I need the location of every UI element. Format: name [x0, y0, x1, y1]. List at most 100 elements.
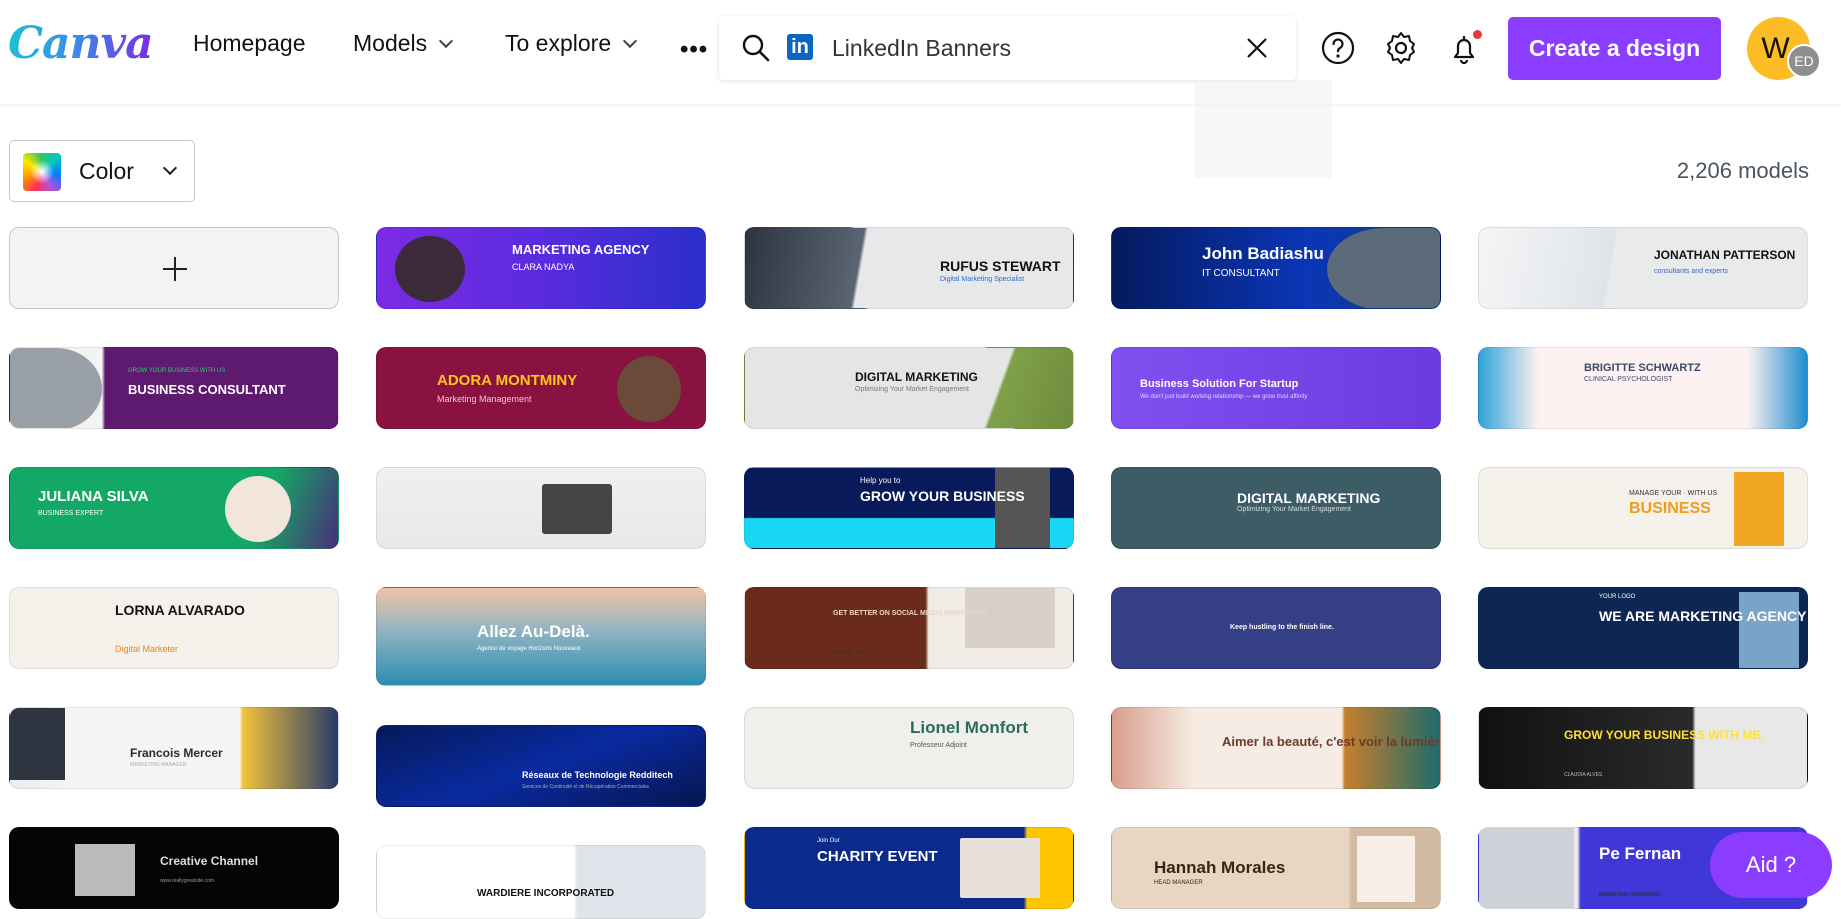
- template-card[interactable]: Aimer la beauté, c'est voir la lumière.: [1111, 707, 1441, 789]
- linkedin-icon: in: [787, 34, 813, 60]
- help-icon[interactable]: [1320, 30, 1356, 66]
- template-card[interactable]: WARDIERE INCORPORATEDMarketing Agency: [376, 845, 706, 919]
- template-subtitle: Optimizing Your Market Engagement: [1237, 506, 1352, 513]
- template-card[interactable]: JULIANA SILVA BUSINESS EXPERT: [9, 467, 339, 549]
- template-subtitle: YOUR LOGO: [1599, 594, 1636, 600]
- template-thumbnail-image: [395, 236, 465, 302]
- canva-logo[interactable]: Canva: [8, 18, 154, 69]
- template-card[interactable]: DIGITAL MARKETING Optimizing Your Market …: [1111, 467, 1441, 549]
- template-thumbnail-image: [225, 476, 291, 542]
- template-subtitle: Services de Continuité et de Récupératio…: [522, 784, 650, 790]
- team-avatar-badge[interactable]: ED: [1787, 44, 1821, 78]
- template-subtitle: Optimizing Your Market Engagement: [855, 386, 970, 393]
- template-card[interactable]: John Badiashu IT CONSULTANT: [1111, 227, 1441, 309]
- template-card[interactable]: MARKETING AGENCY CLARA NADYA: [376, 227, 706, 309]
- template-card[interactable]: Lionel Monfort Professeur Adjoint: [744, 707, 1074, 789]
- template-thumbnail-image: [542, 484, 612, 534]
- template-card[interactable]: [376, 467, 706, 549]
- template-title: John Badiashu: [1202, 244, 1324, 263]
- color-filter-dropdown[interactable]: Color: [9, 140, 195, 202]
- nav-homepage[interactable]: Homepage: [193, 30, 306, 57]
- template-title: Allez Au-Delà.: [477, 622, 590, 641]
- template-subtitle: consultants and experts: [1654, 268, 1728, 275]
- template-subtitle: CLAUDIA ALVES: [1564, 772, 1603, 778]
- template-thumbnail-image: [965, 588, 1055, 648]
- template-title: GROW YOUR BUSINESS WITH ME.: [1564, 728, 1764, 742]
- template-title: WE ARE MARKETING AGENCY: [1599, 608, 1807, 624]
- template-card[interactable]: LORNA ALVARADO Digital Marketer: [9, 587, 339, 669]
- template-title: GET BETTER ON SOCIAL MEDIA MARKETING: [833, 610, 987, 617]
- template-thumbnail-image: [960, 838, 1040, 898]
- template-subtitle: GROW YOUR BUSINESS WITH US: [128, 368, 226, 374]
- template-subtitle: Marketing Management: [437, 394, 532, 404]
- template-card[interactable]: Francois Mercer MARKETING MANAGER: [9, 707, 339, 789]
- template-card[interactable]: DIGITAL MARKETING Optimizing Your Market …: [744, 347, 1074, 429]
- notification-badge: [1473, 30, 1482, 39]
- search-input[interactable]: [832, 30, 1232, 66]
- chevron-down-icon: [162, 160, 178, 176]
- search-suggestion-shadow: [1195, 80, 1332, 178]
- template-thumbnail-image: [10, 708, 65, 780]
- template-card[interactable]: RUFUS STEWART Digital Marketing Specialis…: [744, 227, 1074, 309]
- template-title: Réseaux de Technologie Redditech: [522, 770, 673, 780]
- template-card[interactable]: JONATHAN PATTERSON consultants and expert…: [1478, 227, 1808, 309]
- nav-models[interactable]: Models: [353, 30, 454, 57]
- template-card[interactable]: BUSINESS CONSULTANT GROW YOUR BUSINESS WI…: [9, 347, 339, 429]
- template-card[interactable]: GET BETTER ON SOCIAL MEDIA MARKETING 03 M…: [744, 587, 1074, 669]
- template-subtitle: www.reallygreatsite.com: [160, 878, 214, 884]
- template-title: BUSINESS CONSULTANT: [128, 382, 286, 397]
- template-card[interactable]: Hannah Morales HEAD MANAGER: [1111, 827, 1441, 909]
- template-title: MARKETING AGENCY: [512, 242, 650, 257]
- template-title: GROW YOUR BUSINESS: [860, 488, 1025, 504]
- settings-gear-icon[interactable]: [1383, 30, 1419, 66]
- template-title: CHARITY EVENT: [817, 848, 938, 865]
- template-card[interactable]: BUSINESS MANAGE YOUR · WITH US: [1478, 467, 1808, 549]
- template-subtitle: CLARA NADYA: [512, 262, 575, 272]
- template-title: Hannah Morales: [1154, 858, 1286, 877]
- template-thumbnail-image: [1739, 592, 1799, 668]
- plus-icon-vertical: [174, 257, 176, 281]
- create-design-button[interactable]: Create a design: [1508, 17, 1721, 80]
- template-card[interactable]: CHARITY EVENT Join Our: [744, 827, 1074, 909]
- template-card[interactable]: GROW YOUR BUSINESS WITH ME. CLAUDIA ALVES: [1478, 707, 1808, 789]
- template-subtitle: IT CONSULTANT: [1202, 268, 1280, 279]
- template-card[interactable]: Réseaux de Technologie Redditech Services…: [376, 725, 706, 807]
- template-subtitle: We don't just build working relationship…: [1140, 394, 1308, 400]
- template-thumbnail-image: [75, 844, 135, 896]
- template-card[interactable]: GROW YOUR BUSINESS Help you to: [744, 467, 1074, 549]
- nav-to-explore[interactable]: To explore: [505, 30, 638, 57]
- more-menu-button[interactable]: •••: [680, 36, 708, 64]
- template-title: BRIGITTE SCHWARTZ: [1584, 362, 1701, 374]
- color-palette-icon: [23, 153, 61, 191]
- nav-to-explore-label: To explore: [505, 30, 612, 56]
- template-card[interactable]: Creative Channel www.reallygreatsite.com: [9, 827, 339, 909]
- create-blank-button[interactable]: [9, 227, 339, 309]
- template-subtitle: Help you to: [860, 476, 901, 485]
- template-subtitle: Agence de voyage Horizons Nouveaux: [477, 646, 581, 652]
- template-card[interactable]: ADORA MONTMINY Marketing Management: [376, 347, 706, 429]
- template-card[interactable]: Keep hustling to the finish line.: [1111, 587, 1441, 669]
- template-card[interactable]: Business Solution For Startup We don't ju…: [1111, 347, 1441, 429]
- template-subtitle: Digital Marketer: [115, 644, 179, 654]
- template-title: Keep hustling to the finish line.: [1230, 624, 1334, 631]
- template-card[interactable]: BRIGITTE SCHWARTZ CLINICAL PSYCHOLOGIST: [1478, 347, 1808, 429]
- help-chat-button[interactable]: Aid ?: [1710, 832, 1832, 898]
- template-card[interactable]: WE ARE MARKETING AGENCY YOUR LOGO: [1478, 587, 1808, 669]
- template-thumbnail-image: [10, 348, 102, 428]
- template-title: WARDIERE INCORPORATED: [477, 888, 615, 899]
- nav-homepage-label: Homepage: [193, 30, 306, 56]
- template-subtitle: BUSINESS EXPERT: [38, 510, 104, 517]
- search-icon[interactable]: [741, 33, 771, 63]
- template-card[interactable]: Allez Au-Delà. Agence de voyage Horizons …: [376, 587, 706, 686]
- template-subtitle: Join Our: [817, 838, 840, 844]
- template-thumbnail-image: [1327, 228, 1440, 308]
- notifications-button[interactable]: [1446, 30, 1482, 66]
- template-thumbnail-image: [1479, 828, 1574, 908]
- template-title: Francois Mercer: [130, 746, 223, 760]
- template-title: ADORA MONTMINY: [437, 372, 578, 389]
- close-icon[interactable]: [1243, 34, 1271, 62]
- template-subtitle: MARKETING MANAGER: [130, 762, 187, 768]
- template-subtitle: Digital Marketing Specialist: [940, 276, 1025, 283]
- template-thumbnail-image: [1734, 472, 1784, 546]
- template-subtitle: MANAGE YOUR · WITH US: [1629, 490, 1718, 497]
